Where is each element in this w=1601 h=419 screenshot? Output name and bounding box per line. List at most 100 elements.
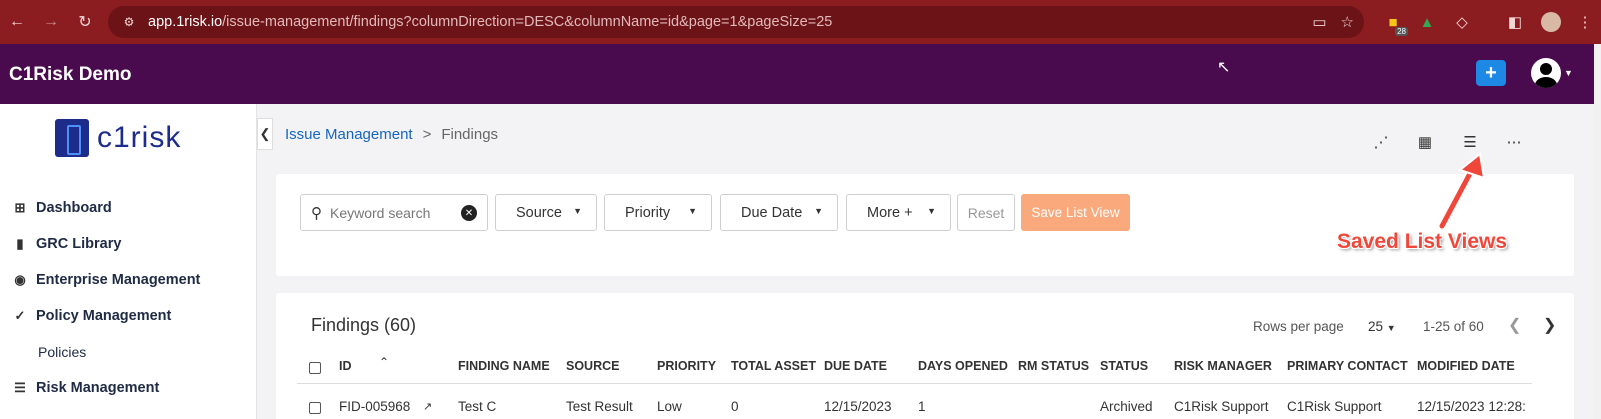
open-external-icon[interactable]: ↗	[423, 400, 432, 413]
reset-button[interactable]: Reset	[957, 194, 1015, 231]
caret-down-icon: ▼	[814, 206, 823, 216]
cell-id[interactable]: FID-005968	[339, 399, 410, 414]
side-panel-icon[interactable]: ◧	[1500, 0, 1530, 44]
pagination-range: 1-25 of 60	[1423, 319, 1484, 334]
column-header-status[interactable]: STATUS	[1100, 359, 1148, 373]
column-header-id[interactable]: ID	[339, 359, 352, 373]
chevron-left-icon: ❮	[259, 126, 271, 141]
extensions-puzzle-icon[interactable]: ◇	[1447, 0, 1477, 44]
forward-icon[interactable]: →	[34, 0, 68, 44]
table-header-divider	[297, 383, 1532, 384]
column-header-risk-manager[interactable]: RISK MANAGER	[1174, 359, 1272, 373]
findings-table-card: Findings (60) Rows per page 25 ▼ 1-25 of…	[276, 293, 1574, 419]
url-path: /issue-management/findings?columnDirecti…	[222, 14, 833, 30]
sidebar-item-label: Policy Management	[36, 308, 172, 324]
breadcrumb: Issue Management > Findings	[285, 126, 498, 143]
logo-mark-icon	[55, 119, 89, 157]
rows-per-page-label: Rows per page	[1253, 319, 1344, 334]
keyword-search-input[interactable]	[330, 204, 450, 221]
bookmark-star-icon[interactable]: ☆	[1341, 13, 1354, 31]
cell-total-asset: 0	[731, 399, 739, 414]
browser-toolbar: ← → ↻ ⚙ app.1risk.io/issue-management/fi…	[0, 0, 1601, 44]
list-icon: ☰	[14, 380, 26, 395]
install-app-icon[interactable]: ▭	[1312, 13, 1326, 31]
priority-filter-dropdown[interactable]: Priority ▼	[604, 194, 712, 231]
app-title: C1Risk Demo	[9, 64, 132, 85]
due-date-filter-dropdown[interactable]: Due Date ▼	[720, 194, 838, 231]
page-scrollbar[interactable]	[1594, 44, 1601, 419]
cell-days-opened: 1	[918, 399, 926, 414]
rows-per-page-select[interactable]: 25 ▼	[1368, 319, 1396, 334]
column-header-total-asset[interactable]: TOTAL ASSET	[731, 359, 816, 373]
check-icon: ✓	[14, 308, 26, 323]
breadcrumb-separator: >	[422, 126, 432, 143]
sidebar-item-risk-management[interactable]: ☰ Risk Management	[12, 376, 159, 400]
profile-avatar-icon[interactable]	[1536, 0, 1566, 44]
column-header-finding-name[interactable]: FINDING NAME	[458, 359, 550, 373]
findings-title: Findings (60)	[311, 315, 417, 335]
column-header-due-date[interactable]: DUE DATE	[824, 359, 887, 373]
share-icon[interactable]: ⋰	[1369, 130, 1393, 154]
cell-modified-date: 12/15/2023 12:28:	[1417, 399, 1526, 414]
more-filters-dropdown[interactable]: More + ▼	[846, 194, 951, 231]
column-header-days-opened[interactable]: DAYS OPENED	[918, 359, 1008, 373]
save-list-view-button[interactable]: Save List View	[1021, 194, 1130, 231]
column-header-priority[interactable]: PRIORITY	[657, 359, 716, 373]
column-header-primary-contact[interactable]: PRIMARY CONTACT	[1287, 359, 1408, 373]
user-avatar-icon	[1531, 58, 1561, 88]
c1risk-logo[interactable]: c1risk	[55, 119, 181, 157]
sidebar-item-policy-management[interactable]: ✓ Policy Management	[12, 304, 172, 328]
more-options-icon[interactable]: ⋯	[1502, 130, 1526, 154]
user-menu[interactable]: ▼	[1531, 58, 1573, 88]
column-header-source[interactable]: SOURCE	[566, 359, 619, 373]
site-settings-icon[interactable]: ⚙	[120, 13, 138, 31]
dropdown-label: Priority	[625, 204, 671, 221]
grid-icon: ⊞	[14, 200, 26, 215]
mouse-cursor-icon: ↖	[1217, 59, 1231, 76]
address-bar[interactable]: ⚙ app.1risk.io/issue-management/findings…	[108, 6, 1364, 38]
dropdown-label: Due Date	[741, 204, 803, 221]
select-all-checkbox[interactable]	[309, 362, 321, 374]
caret-down-icon: ▼	[573, 206, 582, 216]
columns-icon[interactable]: ▦	[1413, 130, 1437, 154]
caret-down-icon: ▼	[1564, 68, 1573, 78]
column-header-modified-date[interactable]: MODIFIED DATE	[1417, 359, 1515, 373]
cell-due-date: 12/15/2023	[824, 399, 892, 414]
sidebar-item-label: Risk Management	[36, 380, 160, 396]
clear-search-icon[interactable]: ✕	[461, 205, 477, 221]
book-icon: ▮	[16, 236, 24, 251]
cell-primary-contact: C1Risk Support	[1287, 399, 1382, 414]
cell-priority: Low	[657, 399, 682, 414]
cell-finding-name: Test C	[458, 399, 497, 414]
reload-icon[interactable]: ↻	[68, 0, 102, 44]
plus-icon: +	[1485, 61, 1497, 84]
sidebar-item-label: GRC Library	[36, 236, 122, 252]
sidebar-item-label: Enterprise Management	[36, 272, 201, 288]
add-folder-button[interactable]: +	[1476, 60, 1506, 86]
collapse-sidebar-button[interactable]: ❮	[257, 118, 273, 150]
sidebar-item-grc-library[interactable]: ▮ GRC Library	[12, 232, 121, 256]
drive-icon[interactable]: ▲	[1412, 0, 1442, 44]
source-filter-dropdown[interactable]: Source ▼	[495, 194, 597, 231]
caret-down-icon: ▼	[1386, 323, 1396, 333]
cell-source: Test Result	[566, 399, 633, 414]
prev-page-icon[interactable]: ❮	[1508, 315, 1521, 335]
sidebar-item-label: Dashboard	[36, 200, 112, 216]
sidebar-subitem-policies[interactable]: Policies	[38, 344, 86, 360]
keyword-search[interactable]: ⚲ ✕	[300, 194, 488, 231]
row-checkbox[interactable]	[309, 402, 321, 414]
sort-ascending-icon[interactable]: ⌃	[379, 355, 389, 369]
globe-icon: ◉	[14, 272, 26, 287]
sidebar: c1risk ⊞ Dashboard ▮ GRC Library ◉ Enter…	[0, 104, 257, 419]
column-header-rm-status[interactable]: RM STATUS	[1018, 359, 1089, 373]
breadcrumb-issue-management[interactable]: Issue Management	[285, 126, 413, 143]
breadcrumb-findings: Findings	[441, 126, 499, 143]
next-page-icon[interactable]: ❯	[1543, 315, 1556, 335]
saved-list-views-icon[interactable]: ☰	[1458, 130, 1482, 154]
extension-folder-icon[interactable]: ■ 28	[1378, 0, 1408, 44]
browser-menu-icon[interactable]: ⋮	[1570, 0, 1600, 44]
sidebar-item-dashboard[interactable]: ⊞ Dashboard	[12, 196, 112, 220]
sidebar-item-enterprise-management[interactable]: ◉ Enterprise Management	[12, 268, 200, 292]
logo-text: c1risk	[97, 121, 182, 154]
back-icon[interactable]: ←	[0, 0, 34, 44]
